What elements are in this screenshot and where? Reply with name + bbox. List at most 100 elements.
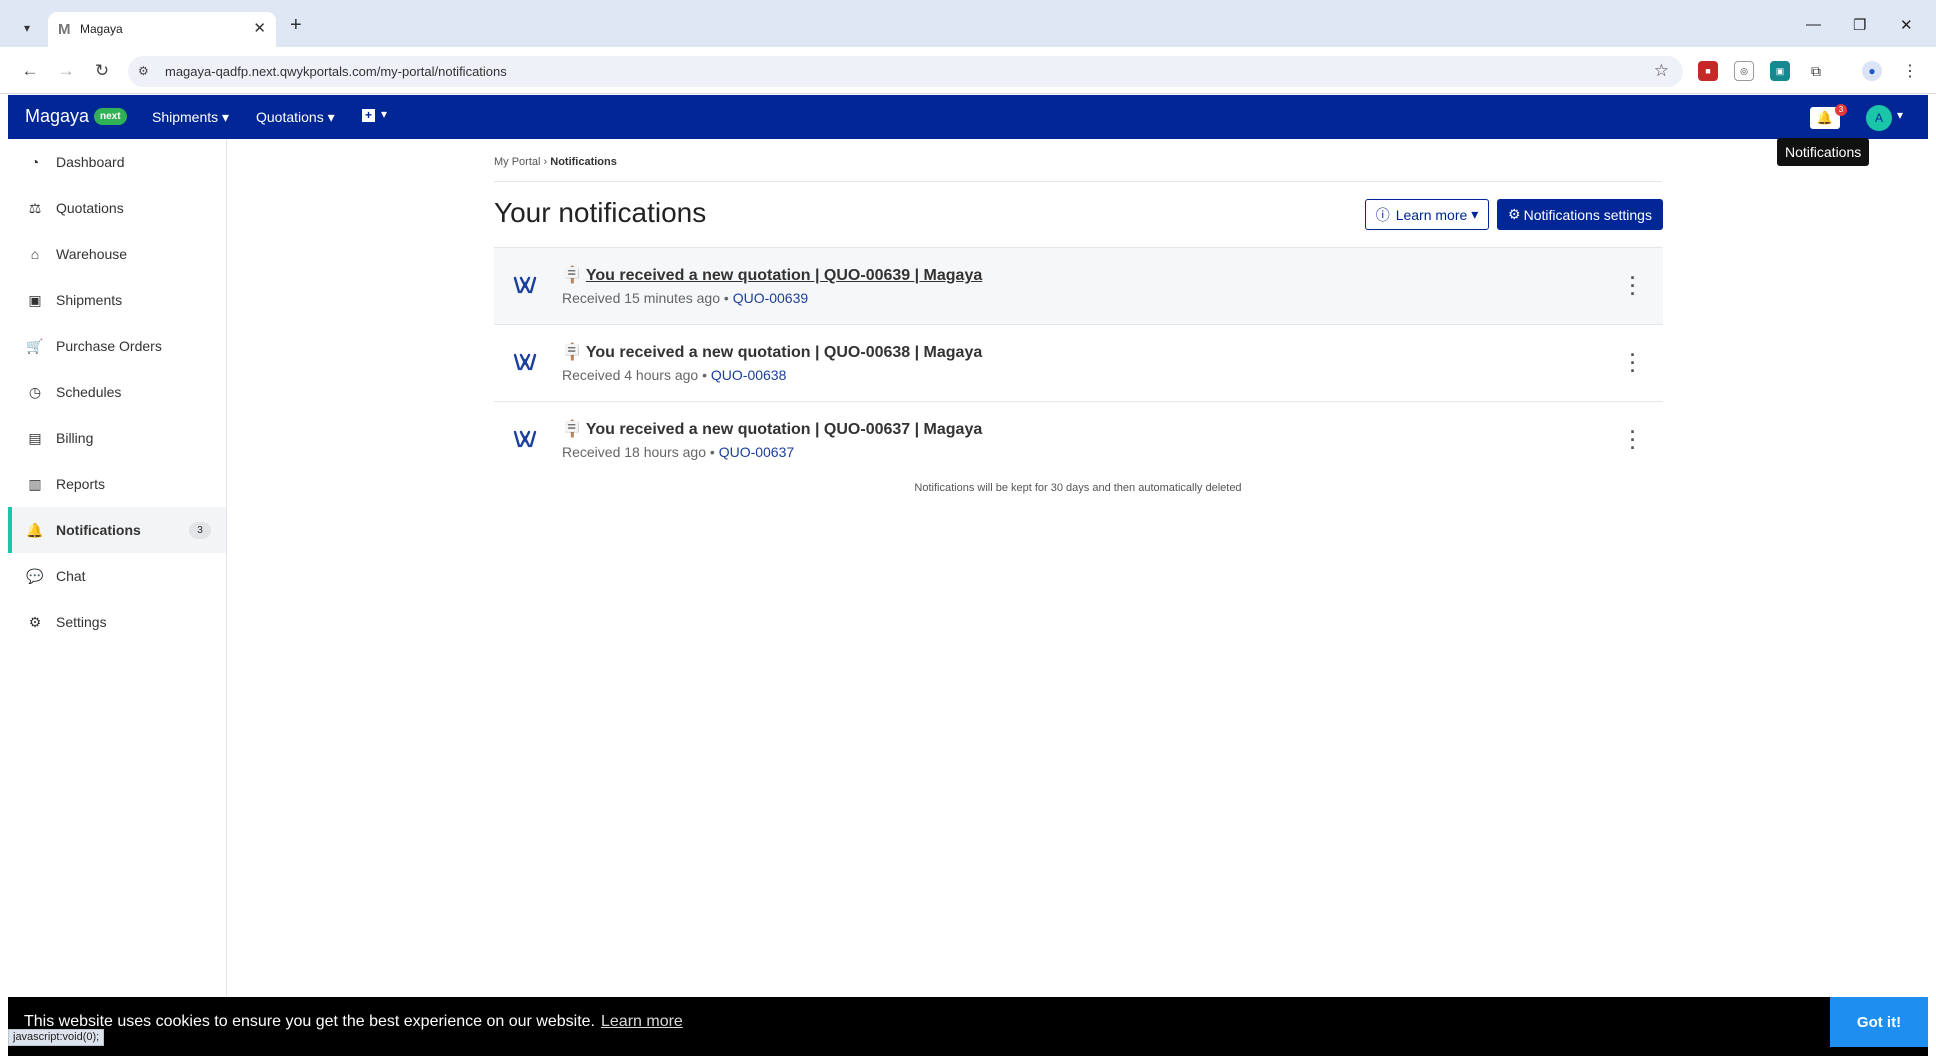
quotation-ref-link[interactable]: QUO-00639 bbox=[733, 290, 808, 306]
notification-title[interactable]: 🪧 You received a new quotation | QUO-0063… bbox=[562, 419, 982, 439]
quotation-ref-link[interactable]: QUO-00637 bbox=[719, 444, 794, 460]
dashboard-icon: ◔ bbox=[30, 154, 40, 170]
user-menu-caret-icon[interactable]: ▾ bbox=[1897, 108, 1903, 122]
extension-lens-icon[interactable]: ◎ bbox=[1734, 61, 1754, 81]
notification-item[interactable]: 🪧 You received a new quotation | QUO-0063… bbox=[494, 401, 1663, 478]
bookmark-star-icon[interactable]: ☆ bbox=[1654, 61, 1669, 81]
nav-shipments[interactable]: Shipments ▾ bbox=[152, 109, 229, 126]
cookie-message: This website uses cookies to ensure you … bbox=[24, 1013, 683, 1030]
sidebar-item-dashboard[interactable]: ◔ Dashboard bbox=[8, 139, 226, 185]
gear-icon: ⚙ bbox=[1508, 206, 1521, 222]
help-circle-icon: ⓘ bbox=[1375, 206, 1390, 223]
tab-list-chevron-icon[interactable]: ▾ bbox=[14, 15, 40, 41]
sidebar-item-notifications[interactable]: 🔔 Notifications 3 bbox=[8, 507, 226, 553]
magaya-quotation-icon bbox=[513, 353, 537, 371]
nav-quotations[interactable]: Quotations ▾ bbox=[256, 109, 335, 126]
quotations-icon: ⚖ bbox=[28, 199, 42, 216]
window-close-icon[interactable]: ✕ bbox=[1900, 16, 1913, 34]
quotation-sign-icon: 🪧 bbox=[562, 421, 582, 438]
warehouse-icon: ⌂ bbox=[30, 246, 40, 262]
forward-icon[interactable]: → bbox=[54, 59, 78, 83]
magaya-quotation-icon bbox=[513, 430, 537, 448]
tab-title: Magaya bbox=[80, 22, 123, 36]
retention-note: Notifications will be kept for 30 days a… bbox=[914, 482, 1242, 494]
billing-icon: ▤ bbox=[28, 429, 42, 446]
notifications-settings-button[interactable]: ⚙ Notifications settings bbox=[1497, 199, 1663, 230]
site-info-icon[interactable]: ⚙ bbox=[138, 64, 149, 78]
breadcrumb: My Portal › Notifications bbox=[494, 156, 617, 168]
notifications-count-badge: 3 bbox=[1835, 104, 1847, 116]
notifications-count: 3 bbox=[189, 521, 211, 539]
sidebar-item-warehouse[interactable]: ⌂ Warehouse bbox=[8, 231, 226, 277]
back-icon[interactable]: ← bbox=[18, 59, 42, 83]
gear-icon: ⚙ bbox=[28, 613, 42, 630]
brand-badge: next bbox=[94, 108, 127, 125]
clock-icon: ◷ bbox=[28, 383, 42, 400]
create-new-caret-icon[interactable]: ▾ bbox=[381, 107, 387, 121]
create-new-icon[interactable]: + bbox=[362, 109, 375, 122]
status-bar-url: javascript:void(0); bbox=[8, 1029, 105, 1046]
cookie-banner: This website uses cookies to ensure you … bbox=[8, 997, 1928, 1056]
learn-more-button[interactable]: ⓘ Learn more ▾ bbox=[1365, 199, 1489, 230]
sidebar-item-label: Chat bbox=[56, 568, 86, 584]
sidebar-item-chat[interactable]: 💬 Chat bbox=[8, 553, 226, 599]
sidebar-item-label: Settings bbox=[56, 614, 107, 630]
sidebar-item-label: Warehouse bbox=[56, 246, 128, 262]
sidebar-item-purchase-orders[interactable]: 🛒 Purchase Orders bbox=[8, 323, 226, 369]
sidebar-item-schedules[interactable]: ◷ Schedules bbox=[8, 369, 226, 415]
notification-title[interactable]: 🪧 You received a new quotation | QUO-0063… bbox=[562, 265, 982, 285]
user-avatar[interactable]: A bbox=[1866, 105, 1892, 131]
cookie-accept-button[interactable]: Got it! bbox=[1830, 997, 1928, 1047]
more-options-icon[interactable]: · · · bbox=[1627, 346, 1639, 380]
quotation-ref-link[interactable]: QUO-00638 bbox=[711, 367, 786, 383]
breadcrumb-root[interactable]: My Portal bbox=[494, 156, 540, 168]
sidebar-item-shipments[interactable]: ▣ Shipments bbox=[8, 277, 226, 323]
sidebar: ◔ Dashboard ⚖ Quotations ⌂ Warehouse ▣ S… bbox=[8, 139, 227, 997]
breadcrumb-current: Notifications bbox=[550, 156, 617, 168]
new-tab-icon[interactable]: + bbox=[290, 15, 302, 35]
brand-logo[interactable]: Magaya bbox=[25, 106, 89, 127]
caret-down-icon: ▾ bbox=[1471, 206, 1479, 222]
sidebar-item-label: Notifications bbox=[56, 522, 141, 538]
sidebar-item-quotations[interactable]: ⚖ Quotations bbox=[8, 185, 226, 231]
sidebar-item-label: Purchase Orders bbox=[56, 338, 162, 354]
notification-meta: Received 18 hours ago • QUO-00637 bbox=[562, 444, 795, 460]
cart-icon: 🛒 bbox=[26, 337, 44, 354]
sidebar-item-billing[interactable]: ▤ Billing bbox=[8, 415, 226, 461]
quotation-sign-icon: 🪧 bbox=[562, 267, 582, 284]
address-bar[interactable]: ⚙ magaya-qadfp.next.qwykportals.com/my-p… bbox=[128, 56, 1683, 87]
browser-tab-strip: ▾ M Magaya ✕ + — ❐ ✕ bbox=[0, 0, 1936, 47]
sidebar-item-label: Quotations bbox=[56, 200, 124, 216]
browser-menu-icon[interactable]: ⋮ bbox=[1900, 61, 1920, 81]
restore-icon[interactable]: ❐ bbox=[1853, 16, 1866, 34]
more-options-icon[interactable]: · · · bbox=[1627, 269, 1639, 303]
page-title: Your notifications bbox=[494, 197, 707, 228]
chat-icon: 💬 bbox=[26, 567, 44, 584]
extension-new-icon[interactable]: ■ bbox=[1698, 61, 1718, 81]
notification-item[interactable]: 🪧 You received a new quotation | QUO-0063… bbox=[494, 247, 1663, 324]
notification-item[interactable]: 🪧 You received a new quotation | QUO-0063… bbox=[494, 324, 1663, 401]
profile-icon[interactable]: ● bbox=[1862, 61, 1882, 81]
magaya-favicon-icon: M bbox=[58, 21, 71, 38]
extensions-puzzle-icon[interactable]: ⧉ bbox=[1806, 61, 1826, 81]
minimize-icon[interactable]: — bbox=[1806, 16, 1821, 33]
sidebar-item-label: Billing bbox=[56, 430, 94, 446]
notification-title[interactable]: 🪧 You received a new quotation | QUO-0063… bbox=[562, 342, 982, 362]
reload-icon[interactable]: ↻ bbox=[90, 59, 114, 83]
sidebar-item-settings[interactable]: ⚙ Settings bbox=[8, 599, 226, 645]
extension-teal-icon[interactable]: ▣ bbox=[1770, 61, 1790, 81]
sidebar-item-label: Schedules bbox=[56, 384, 122, 400]
bell-icon: 🔔 bbox=[1816, 110, 1834, 125]
tab-close-icon[interactable]: ✕ bbox=[253, 19, 266, 37]
sidebar-item-label: Shipments bbox=[56, 292, 123, 308]
divider bbox=[494, 181, 1662, 182]
notification-meta: Received 4 hours ago • QUO-00638 bbox=[562, 367, 787, 383]
app-header: Magaya next Shipments ▾ Quotations ▾ + ▾… bbox=[8, 95, 1928, 139]
browser-tab[interactable]: M Magaya ✕ bbox=[48, 12, 276, 47]
sidebar-item-label: Dashboard bbox=[56, 154, 125, 170]
more-options-icon[interactable]: · · · bbox=[1627, 423, 1639, 457]
notifications-tooltip: Notifications bbox=[1777, 138, 1870, 166]
cookie-learn-more-link[interactable]: Learn more bbox=[601, 1013, 683, 1030]
shipments-icon: ▣ bbox=[28, 291, 42, 308]
address-url[interactable]: magaya-qadfp.next.qwykportals.com/my-por… bbox=[165, 64, 507, 79]
